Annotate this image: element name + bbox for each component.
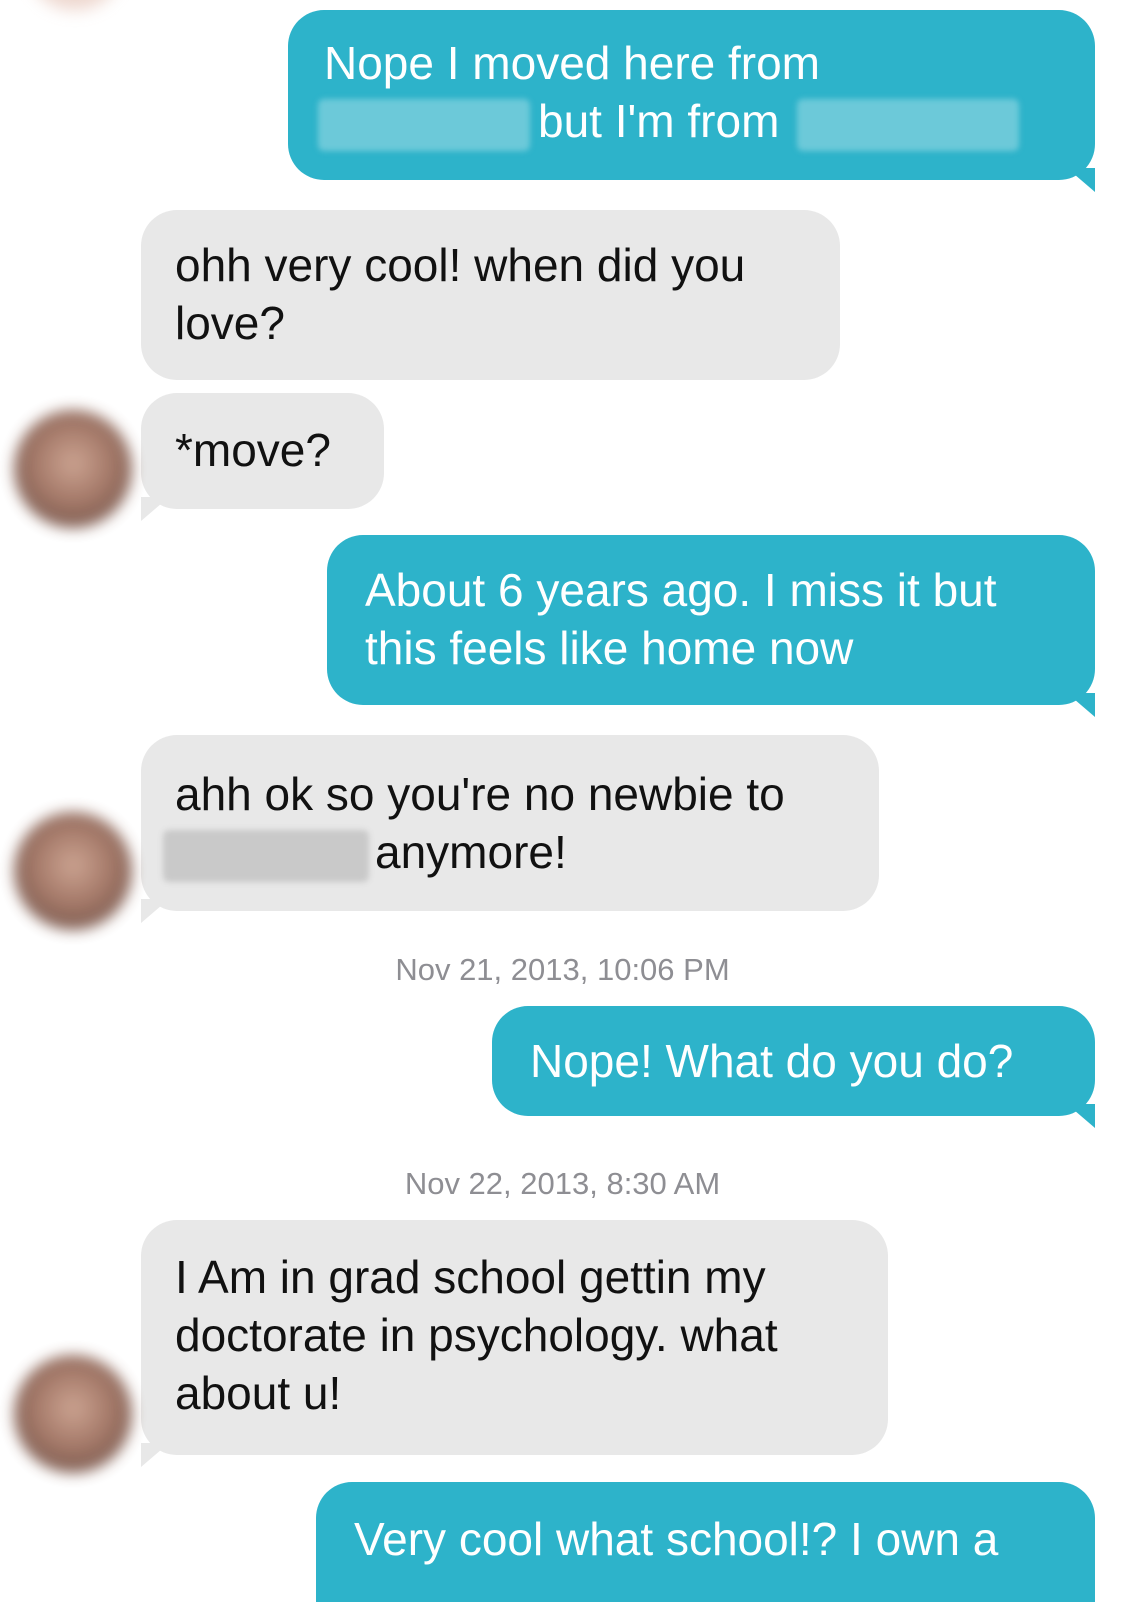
avatar-partial	[30, 0, 120, 10]
redacted-text	[163, 829, 369, 882]
redacted-text	[797, 98, 1020, 151]
message-text: About 6 years ago. I miss it but	[365, 564, 997, 616]
message-text: this feels like home now	[365, 622, 854, 674]
message-text: about u!	[175, 1367, 342, 1419]
message-bubble-received[interactable]: *move?	[141, 393, 384, 521]
timestamp: Nov 21, 2013, 10:06 PM	[395, 952, 730, 987]
avatar[interactable]	[14, 812, 132, 930]
redacted-text	[318, 98, 530, 151]
message-text: love?	[175, 297, 285, 349]
message-bubble-received[interactable]: I Am in grad school gettin my doctorate …	[141, 1220, 888, 1467]
message-text: Very cool what school!? I own a	[354, 1513, 999, 1565]
message-text: anymore!	[375, 826, 567, 878]
message-bubble-received[interactable]: ahh ok so you're no newbie to anymore!	[141, 735, 879, 923]
message-bubble-received[interactable]: ohh very cool! when did you love?	[141, 210, 840, 380]
message-line: but I'm from	[318, 92, 1059, 151]
avatar[interactable]	[14, 410, 132, 528]
message-bubble-sent[interactable]: About 6 years ago. I miss it but this fe…	[327, 535, 1095, 717]
message-text: Nope! What do you do?	[530, 1035, 1014, 1087]
message-text: *move?	[175, 424, 331, 476]
message-text: Nope I moved here from	[324, 37, 821, 89]
message-text: I Am in grad school gettin my	[175, 1251, 766, 1303]
message-bubble-sent[interactable]: Nope! What do you do?	[492, 1006, 1095, 1128]
message-text: doctorate in psychology. what	[175, 1309, 778, 1361]
avatar[interactable]	[14, 1355, 132, 1473]
message-text: ohh very cool! when did you	[175, 239, 746, 291]
timestamp: Nov 22, 2013, 8:30 AM	[404, 1166, 721, 1201]
message-text: ahh ok so you're no newbie to	[175, 768, 785, 820]
message-line: anymore!	[163, 823, 845, 882]
message-text: but I'm from	[538, 95, 780, 147]
message-bubble-sent[interactable]: Nope I moved here from but I'm from	[288, 10, 1095, 192]
message-bubble-sent[interactable]: Very cool what school!? I own a	[316, 1482, 1095, 1602]
